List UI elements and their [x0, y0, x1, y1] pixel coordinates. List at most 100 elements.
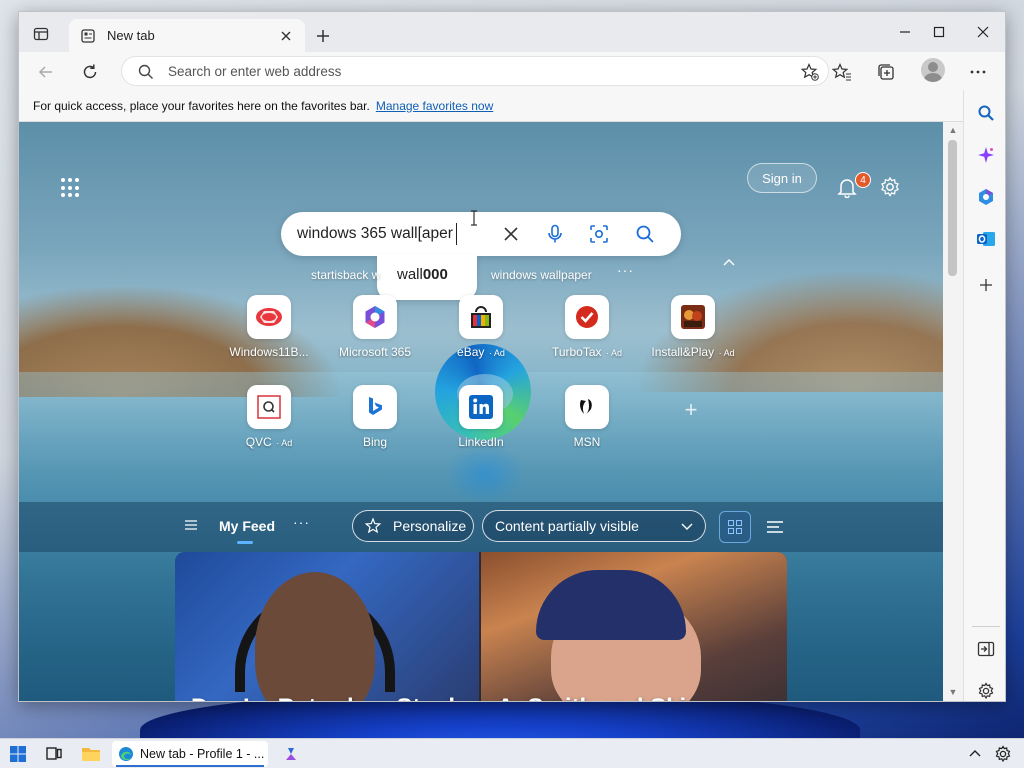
quick-link-qvc[interactable]: QVC · Ad: [219, 385, 319, 465]
search-suggestion[interactable]: wall000: [377, 254, 477, 300]
sign-in-button[interactable]: Sign in: [747, 163, 817, 193]
page-settings-gear-icon[interactable]: [879, 176, 901, 198]
quick-link-label: QVC: [245, 435, 272, 449]
ad-tag: Ad: [493, 348, 505, 358]
news-headline[interactable]: Dan Le Batard on Stephen A. Smith and Sk…: [191, 694, 701, 701]
quick-link-label: TurboTax: [551, 345, 602, 359]
ad-label: · Ad: [603, 348, 623, 358]
quick-link-linkedin[interactable]: LinkedIn: [431, 385, 531, 465]
title-bar: New tab: [19, 12, 1005, 52]
hide-sidebar-icon[interactable]: [975, 638, 997, 660]
close-tab-icon[interactable]: [277, 27, 295, 45]
content-visibility-value: Content partially visible: [495, 518, 639, 534]
more-options-icon[interactable]: [965, 59, 991, 85]
chevron-up-icon[interactable]: [721, 255, 737, 271]
ad-label: · Ad: [716, 348, 735, 358]
edge-browser-icon: [118, 746, 134, 762]
quick-link-installplay[interactable]: Install&Play · Ad: [643, 295, 743, 375]
sidebar-office-icon[interactable]: [975, 186, 997, 208]
personalize-button[interactable]: Personalize: [352, 510, 474, 542]
minimize-icon[interactable]: [893, 22, 917, 42]
start-windows-icon[interactable]: [7, 743, 29, 765]
scroll-thumb[interactable]: [948, 140, 957, 276]
address-placeholder: Search or enter web address: [168, 64, 342, 79]
turbotax-icon: [565, 295, 609, 339]
scroll-up-icon[interactable]: ▲: [947, 125, 959, 135]
trending-more-icon[interactable]: ···: [617, 262, 634, 278]
quick-link-msn[interactable]: MSN: [537, 385, 637, 465]
add-quick-link-icon[interactable]: +: [681, 399, 701, 421]
active-window-indicator: [116, 765, 264, 767]
sidebar-settings-gear-icon[interactable]: [975, 680, 997, 701]
cap-shape: [536, 570, 686, 640]
feed-more-icon[interactable]: ···: [293, 514, 310, 530]
edge-sidebar: [963, 90, 1005, 701]
quick-link-ebay[interactable]: eBay · Ad: [431, 295, 531, 375]
feed-tab-indicator: [237, 541, 253, 544]
person-shape: [255, 572, 375, 701]
quick-link-microsoft365[interactable]: Microsoft 365: [325, 295, 425, 375]
file-explorer-icon[interactable]: [80, 743, 102, 765]
collections-icon[interactable]: [873, 59, 899, 85]
taskbar-item-label: New tab - Profile 1 - ...: [140, 747, 265, 761]
tab-actions-icon[interactable]: [31, 24, 51, 44]
ad-tag: Ad: [281, 438, 293, 448]
browser-window: New tab Search or enter web address For …: [18, 11, 1006, 702]
quick-link-turbotax[interactable]: TurboTax · Ad: [537, 295, 637, 375]
add-favorite-icon[interactable]: [800, 62, 820, 82]
list-view-icon[interactable]: [765, 517, 785, 537]
ibeam-cursor-icon: [469, 210, 479, 226]
ad-tag: Ad: [723, 348, 735, 358]
feed-menu-icon[interactable]: [183, 517, 199, 533]
microphone-icon[interactable]: [545, 224, 565, 244]
quick-link-label: eBay: [457, 345, 485, 359]
sparkle-star-icon: [363, 516, 383, 536]
my-feed-tab[interactable]: My Feed: [219, 518, 275, 534]
refresh-icon[interactable]: [77, 59, 103, 85]
task-view-icon[interactable]: [43, 743, 65, 765]
back-arrow-icon[interactable]: [33, 59, 59, 85]
copilot-taskbar-icon[interactable]: [280, 743, 302, 765]
show-hidden-icons-chevron-icon[interactable]: [964, 743, 986, 765]
favorites-bar: For quick access, place your favorites h…: [19, 90, 963, 122]
qvc-icon: [247, 385, 291, 429]
microsoft365-icon: [353, 295, 397, 339]
favorites-icon[interactable]: [829, 59, 855, 85]
tab-new-tab[interactable]: New tab: [69, 19, 305, 52]
search-icon: [137, 63, 155, 81]
quick-link-label: MSN: [573, 435, 601, 449]
quick-link-bing[interactable]: Bing: [325, 385, 425, 465]
navigation-toolbar: Search or enter web address: [19, 52, 1005, 90]
close-window-icon[interactable]: [971, 22, 995, 42]
news-image-right: [481, 552, 787, 701]
suggestion-typed-part: wall: [397, 266, 423, 283]
quick-link-label: Microsoft 365: [338, 345, 412, 359]
page-scrollbar[interactable]: ▲ ▼: [943, 122, 963, 701]
scroll-down-icon[interactable]: ▼: [947, 687, 959, 697]
search-input[interactable]: windows 365 wall[aper: [297, 225, 453, 243]
ad-tag: Ad: [611, 348, 623, 358]
clear-search-icon[interactable]: [501, 224, 521, 244]
sidebar-copilot-icon[interactable]: [975, 144, 997, 166]
maximize-icon[interactable]: [927, 22, 951, 42]
sidebar-outlook-icon[interactable]: [975, 228, 997, 250]
web-search-box[interactable]: windows 365 wall[aper: [281, 210, 681, 256]
content-visibility-dropdown[interactable]: Content partially visible: [482, 510, 706, 542]
sidebar-add-icon[interactable]: [975, 274, 997, 296]
manage-favorites-link[interactable]: Manage favorites now: [376, 99, 493, 113]
quick-link-windows11[interactable]: Windows11B...: [219, 295, 319, 375]
grid-view-icon[interactable]: [719, 511, 751, 543]
visual-search-icon[interactable]: [589, 224, 609, 244]
search-submit-icon[interactable]: [635, 224, 655, 244]
trending-search-2[interactable]: windows wallpaper: [491, 268, 592, 282]
app-launcher-icon[interactable]: [61, 178, 81, 198]
new-tab-button[interactable]: [311, 24, 335, 48]
profile-avatar[interactable]: [921, 58, 945, 82]
trending-search-1[interactable]: startisback w: [311, 268, 380, 282]
address-bar[interactable]: Search or enter web address: [121, 56, 829, 86]
ad-label: · Ad: [273, 438, 293, 448]
news-card[interactable]: Dan Le Batard on Stephen A. Smith and Sk…: [175, 552, 787, 701]
taskbar-settings-gear-icon[interactable]: [992, 743, 1014, 765]
sidebar-search-icon[interactable]: [975, 102, 997, 124]
taskbar-item-edge[interactable]: New tab - Profile 1 - ...: [112, 741, 268, 767]
